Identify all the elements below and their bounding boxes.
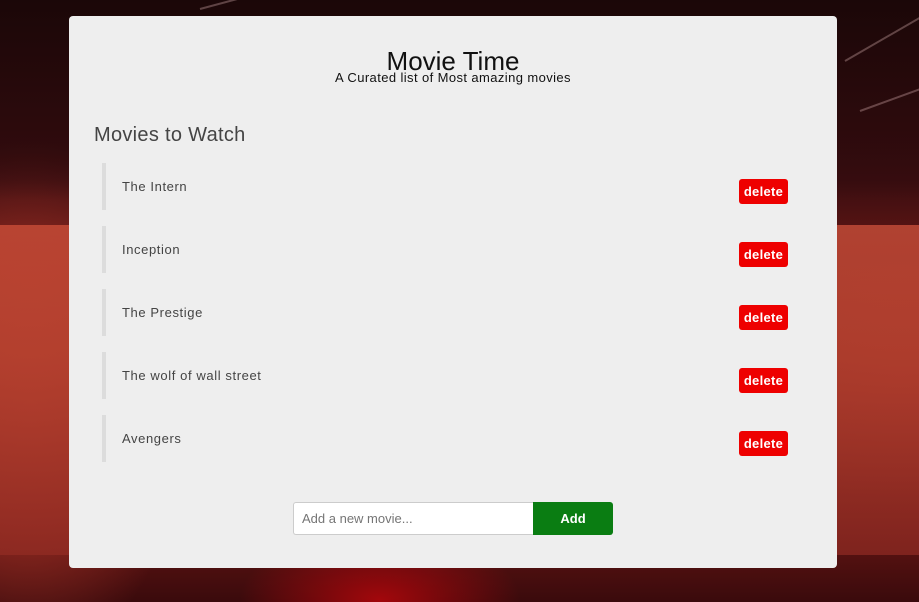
page-subtitle: A Curated list of Most amazing movies	[335, 70, 571, 85]
movie-title: The wolf of wall street	[122, 368, 262, 383]
delete-button[interactable]: delete	[739, 305, 788, 330]
movie-list-item: The wolf of wall street delete	[102, 352, 790, 399]
new-movie-input[interactable]	[293, 502, 533, 535]
movie-list-item: Inception delete	[102, 226, 790, 273]
movie-list-item: The Intern delete	[102, 163, 790, 210]
movie-title: The Prestige	[122, 305, 203, 320]
background-wall-right	[836, 225, 919, 555]
background-wall-left	[0, 225, 70, 555]
delete-button[interactable]: delete	[739, 179, 788, 204]
movie-list: The Intern delete Inception delete The P…	[102, 163, 790, 478]
delete-button[interactable]: delete	[739, 368, 788, 393]
delete-button[interactable]: delete	[739, 242, 788, 267]
delete-button[interactable]: delete	[739, 431, 788, 456]
movie-card: Movie Time A Curated list of Most amazin…	[69, 16, 837, 568]
movie-title: Avengers	[122, 431, 182, 446]
movie-title: Inception	[122, 242, 181, 257]
list-heading: Movies to Watch	[94, 124, 246, 146]
add-movie-form: Add	[293, 502, 613, 535]
movie-list-item: Avengers delete	[102, 415, 790, 462]
add-button[interactable]: Add	[533, 502, 613, 535]
movie-title: The Intern	[122, 179, 188, 194]
movie-list-item: The Prestige delete	[102, 289, 790, 336]
